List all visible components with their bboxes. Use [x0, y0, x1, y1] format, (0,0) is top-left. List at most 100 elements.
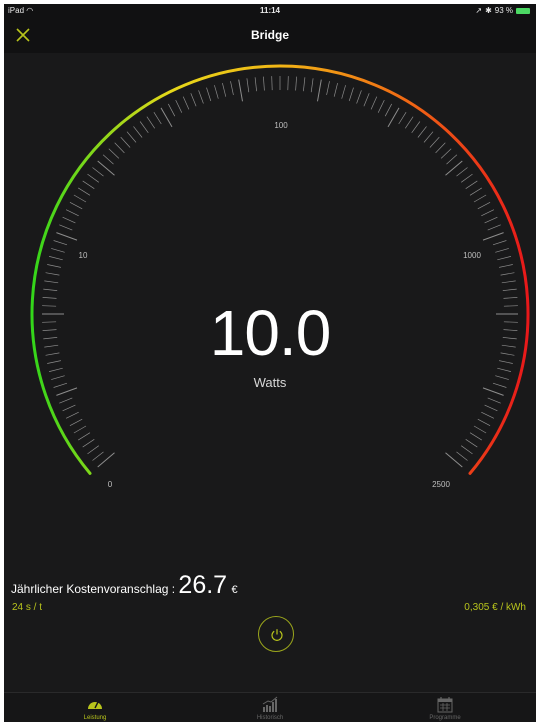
- gauge-tick: [477, 201, 491, 210]
- gauge-tick: [446, 154, 458, 165]
- scale-label-2500: 2500: [432, 480, 450, 489]
- gauge-tick: [445, 452, 463, 468]
- gauge-tick: [97, 452, 115, 468]
- gauge-tick: [62, 404, 76, 412]
- gauge-tick: [465, 439, 478, 448]
- gauge-tick: [469, 187, 482, 196]
- gauge-tick: [423, 131, 434, 143]
- location-icon: ↗: [475, 6, 483, 15]
- gauge-tick: [487, 397, 501, 404]
- power-gauge: 0 10 100 1000 2500: [30, 64, 530, 489]
- tab-bar: Leistung Historisch Programme: [4, 692, 536, 722]
- gauge-tick: [153, 112, 162, 125]
- gauge-tick: [222, 83, 227, 97]
- gauge-tick: [73, 194, 87, 203]
- gauge-tick: [92, 451, 104, 461]
- gauge-tick: [497, 256, 511, 261]
- gauge-tick: [51, 248, 65, 253]
- gauge-tick: [482, 232, 504, 241]
- gauge-tick: [47, 264, 61, 268]
- cost-estimate: Jährlicher Kostenvoranschlag : 26.7 €: [11, 571, 238, 600]
- gauge-tick: [160, 107, 173, 128]
- gauge-tick: [370, 96, 378, 110]
- cost-label: Jährlicher Kostenvoranschlag :: [11, 582, 179, 596]
- gauge-tick: [82, 180, 95, 189]
- gauge-tick: [387, 107, 400, 128]
- gauge-tick: [363, 93, 370, 107]
- gauge-tick: [126, 131, 137, 143]
- page-title: Bridge: [250, 28, 289, 42]
- power-button[interactable]: [258, 616, 294, 652]
- gauge-tick: [411, 121, 421, 134]
- gauge-tick: [326, 81, 330, 95]
- gauge-tick: [102, 154, 114, 165]
- gauge-tick: [429, 136, 440, 148]
- gauge-tick: [238, 79, 243, 102]
- scale-label-10: 10: [79, 251, 88, 260]
- gauge-tick: [487, 224, 501, 231]
- gauge-tick: [405, 116, 414, 129]
- tab-leistung[interactable]: Leistung: [45, 693, 145, 722]
- gauge-tick: [65, 209, 79, 217]
- gauge-tick: [333, 83, 338, 97]
- gauge-tick: [417, 126, 427, 138]
- tab-programme[interactable]: Programme: [395, 693, 495, 722]
- gauge-tick: [495, 248, 509, 253]
- gauge-tick: [254, 77, 257, 92]
- gauge-tick: [271, 76, 273, 91]
- power-unit: Watts: [253, 375, 287, 390]
- gauge-ticks: [42, 76, 518, 468]
- gauge-tick: [214, 85, 219, 99]
- gauge-tick: [477, 418, 491, 427]
- gauge-tick: [114, 142, 125, 154]
- gauge-tick: [246, 78, 250, 93]
- scale-label-1000: 1000: [463, 251, 481, 260]
- gauge-tick: [59, 397, 73, 404]
- gauge-tick: [44, 280, 59, 284]
- gauge-tick: [49, 256, 63, 261]
- gauge-tick: [43, 288, 58, 291]
- status-right: ↗ ✱ 93 %: [475, 6, 530, 15]
- gauge-tick: [473, 194, 487, 203]
- gauge-tick: [456, 167, 468, 177]
- gauge-tick: [500, 272, 515, 276]
- gauge-tick: [317, 79, 322, 102]
- gauge-tick: [263, 76, 265, 91]
- gauge-tick: [460, 173, 473, 183]
- gauge-tick: [460, 445, 473, 455]
- gauge-tick: [65, 411, 79, 419]
- cost-value: 26.7: [178, 571, 228, 599]
- gauge-tick: [398, 112, 407, 125]
- cost-currency: €: [231, 584, 238, 596]
- bluetooth-icon: ✱: [485, 6, 492, 15]
- gauge-tick: [481, 209, 495, 217]
- gauge-tick: [133, 126, 143, 138]
- power-value: 10.0: [209, 297, 332, 369]
- gauge-tick: [440, 148, 452, 159]
- app-screen: iPad ◠ 11:14 ↗ ✱ 93 % Bridge 0 10 100 10…: [4, 4, 536, 722]
- tab-label: Historisch: [256, 715, 284, 721]
- gauge-tick: [175, 99, 183, 113]
- gauge-tick: [456, 451, 468, 461]
- gauge-tick: [377, 99, 385, 113]
- gauge-tick: [78, 187, 91, 196]
- gauge-tick: [287, 76, 289, 91]
- gauge-tick: [120, 136, 131, 148]
- gauge-tick: [78, 432, 91, 441]
- usage-rate[interactable]: 24 s / t: [12, 602, 42, 613]
- tab-historisch[interactable]: Historisch: [220, 693, 320, 722]
- gauge-tick: [348, 87, 354, 102]
- nav-bar: Bridge: [4, 17, 536, 53]
- gauge-tick: [53, 240, 68, 246]
- gauge-tick: [502, 288, 517, 291]
- gauge-tick: [501, 280, 516, 284]
- gauge-tick: [295, 76, 297, 91]
- gauge-tick: [56, 232, 78, 241]
- gauge-tick: [230, 81, 234, 95]
- price-rate[interactable]: 0,305 € / kWh: [464, 602, 526, 613]
- gauge-tick: [108, 148, 120, 159]
- gauge-tick: [82, 439, 95, 448]
- gauge-tick: [182, 96, 190, 110]
- gauge-tick: [73, 425, 87, 434]
- gauge-tick: [92, 167, 104, 177]
